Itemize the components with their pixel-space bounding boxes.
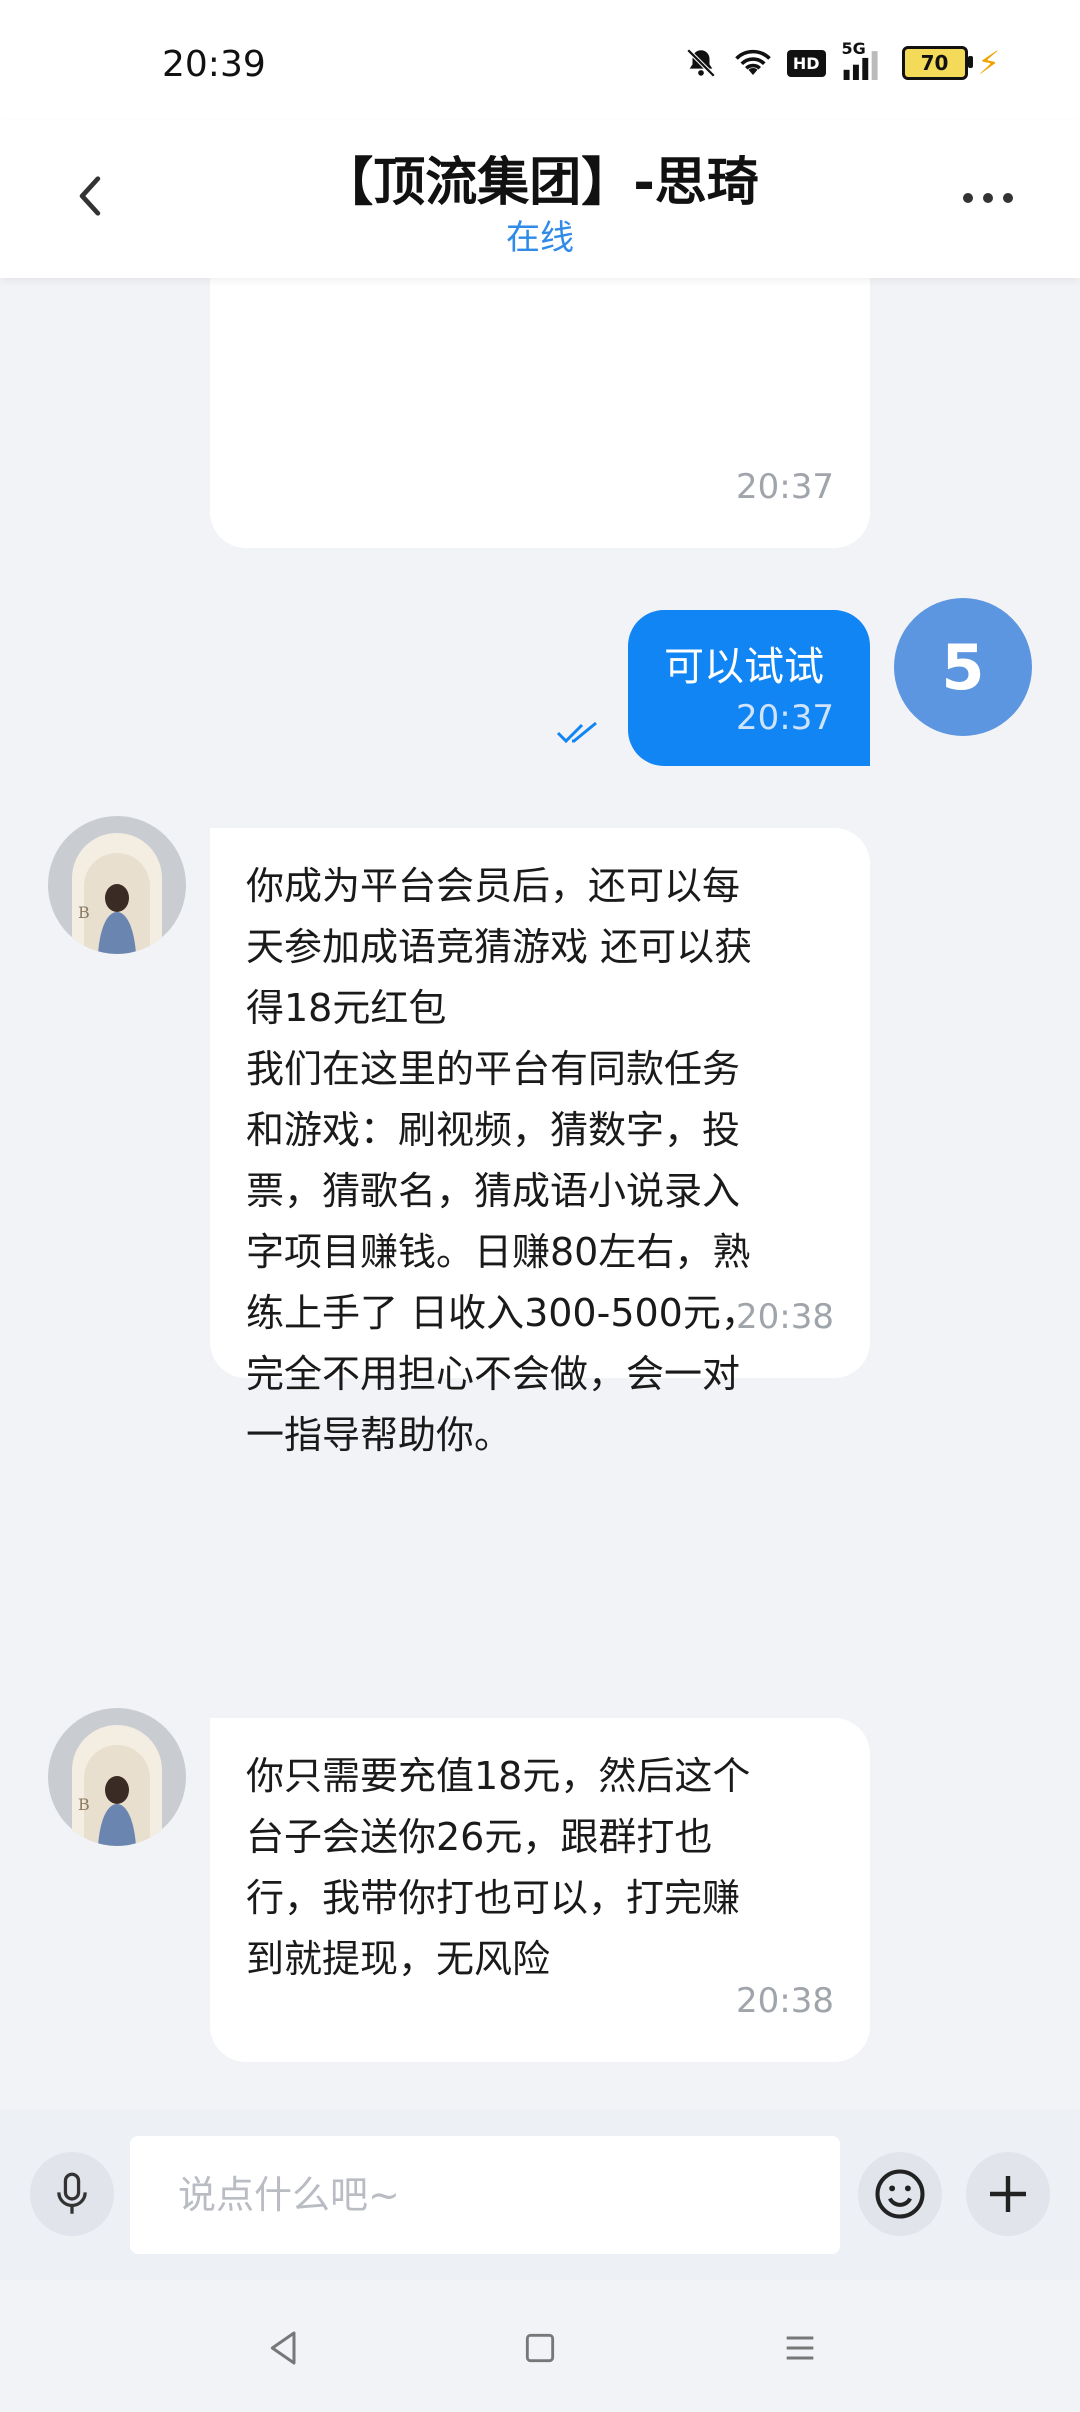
nav-menu-icon xyxy=(786,2336,814,2360)
emoji-button[interactable] xyxy=(858,2152,942,2236)
message-time: 20:37 xyxy=(736,698,834,738)
plus-icon xyxy=(990,2176,1026,2212)
message-text: 步，要做的是就可以，我给你 安排邀邀请码 xyxy=(246,278,834,288)
chat-title: 【顶流集团】-思琦 xyxy=(321,153,759,213)
message-bubble-incoming[interactable]: 步，要做的是就可以，我给你 安排邀邀请码 20:37 xyxy=(210,278,870,548)
status-time: 20:39 xyxy=(162,44,266,85)
charging-icon: ⚡ xyxy=(977,44,1000,82)
more-icon xyxy=(963,193,973,203)
nav-home-icon xyxy=(525,2333,555,2363)
network-label: 5G xyxy=(841,39,866,58)
battery-icon: 70 xyxy=(901,46,973,80)
system-nav-bar xyxy=(0,2280,1080,2412)
more-icon-dot xyxy=(983,193,993,203)
nav-home-button[interactable] xyxy=(510,2318,570,2378)
more-button[interactable] xyxy=(948,168,1028,228)
hd-icon: HD xyxy=(786,49,826,77)
svg-text:B: B xyxy=(78,903,90,922)
more-icon-dot xyxy=(1003,193,1013,203)
wifi-icon xyxy=(735,45,771,81)
nav-back-icon xyxy=(270,2331,296,2365)
message-input[interactable] xyxy=(130,2136,840,2254)
chat-header: 【顶流集团】-思琦 在线 xyxy=(0,120,1080,278)
plus-button[interactable] xyxy=(966,2152,1050,2236)
chat-messages[interactable]: 步，要做的是就可以，我给你 安排邀邀请码 20:37 可以试试 20:37 5 … xyxy=(0,278,1080,2110)
mute-bell-icon xyxy=(683,45,719,81)
nav-menu-button[interactable] xyxy=(770,2318,830,2378)
svg-text:B: B xyxy=(78,1795,90,1814)
contact-avatar[interactable]: B xyxy=(48,1708,186,1846)
contact-avatar[interactable]: B xyxy=(48,816,186,954)
status-bar: 20:39 HD 5G 70 ⚡ xyxy=(0,0,1080,120)
message-text: 你成为平台会员后，还可以每 天参加成语竞猜游戏 还可以获 得18元红包 我们在这… xyxy=(246,864,759,1457)
message-time: 20:38 xyxy=(736,1981,834,2021)
voice-button[interactable] xyxy=(30,2152,114,2236)
online-status: 在线 xyxy=(506,218,574,258)
double-check-icon xyxy=(556,721,597,744)
input-bar xyxy=(0,2110,1080,2280)
signal-icon: 5G xyxy=(842,39,886,81)
message-bubble-outgoing[interactable]: 可以试试 20:37 xyxy=(628,610,870,766)
message-bubble-incoming[interactable]: 你只需要充值18元，然后这个 台子会送你26元，跟群打也 行，我带你打也可以，打… xyxy=(210,1718,870,2062)
message-text: 可以试试 xyxy=(664,644,824,690)
microphone-icon xyxy=(57,2172,87,2214)
emoji-icon xyxy=(875,2169,925,2219)
message-time: 20:38 xyxy=(736,1297,834,1337)
message-text: 你只需要充值18元，然后这个 台子会送你26元，跟群打也 行，我带你打也可以，打… xyxy=(246,1754,751,1981)
message-bubble-incoming[interactable]: 你成为平台会员后，还可以每 天参加成语竞猜游戏 还可以获 得18元红包 我们在这… xyxy=(210,828,870,1457)
status-icons: HD 5G 70 ⚡ xyxy=(683,39,1000,82)
message-time: 20:37 xyxy=(736,467,834,507)
nav-back-button[interactable] xyxy=(254,2318,314,2378)
self-avatar[interactable]: 5 xyxy=(894,598,1032,736)
